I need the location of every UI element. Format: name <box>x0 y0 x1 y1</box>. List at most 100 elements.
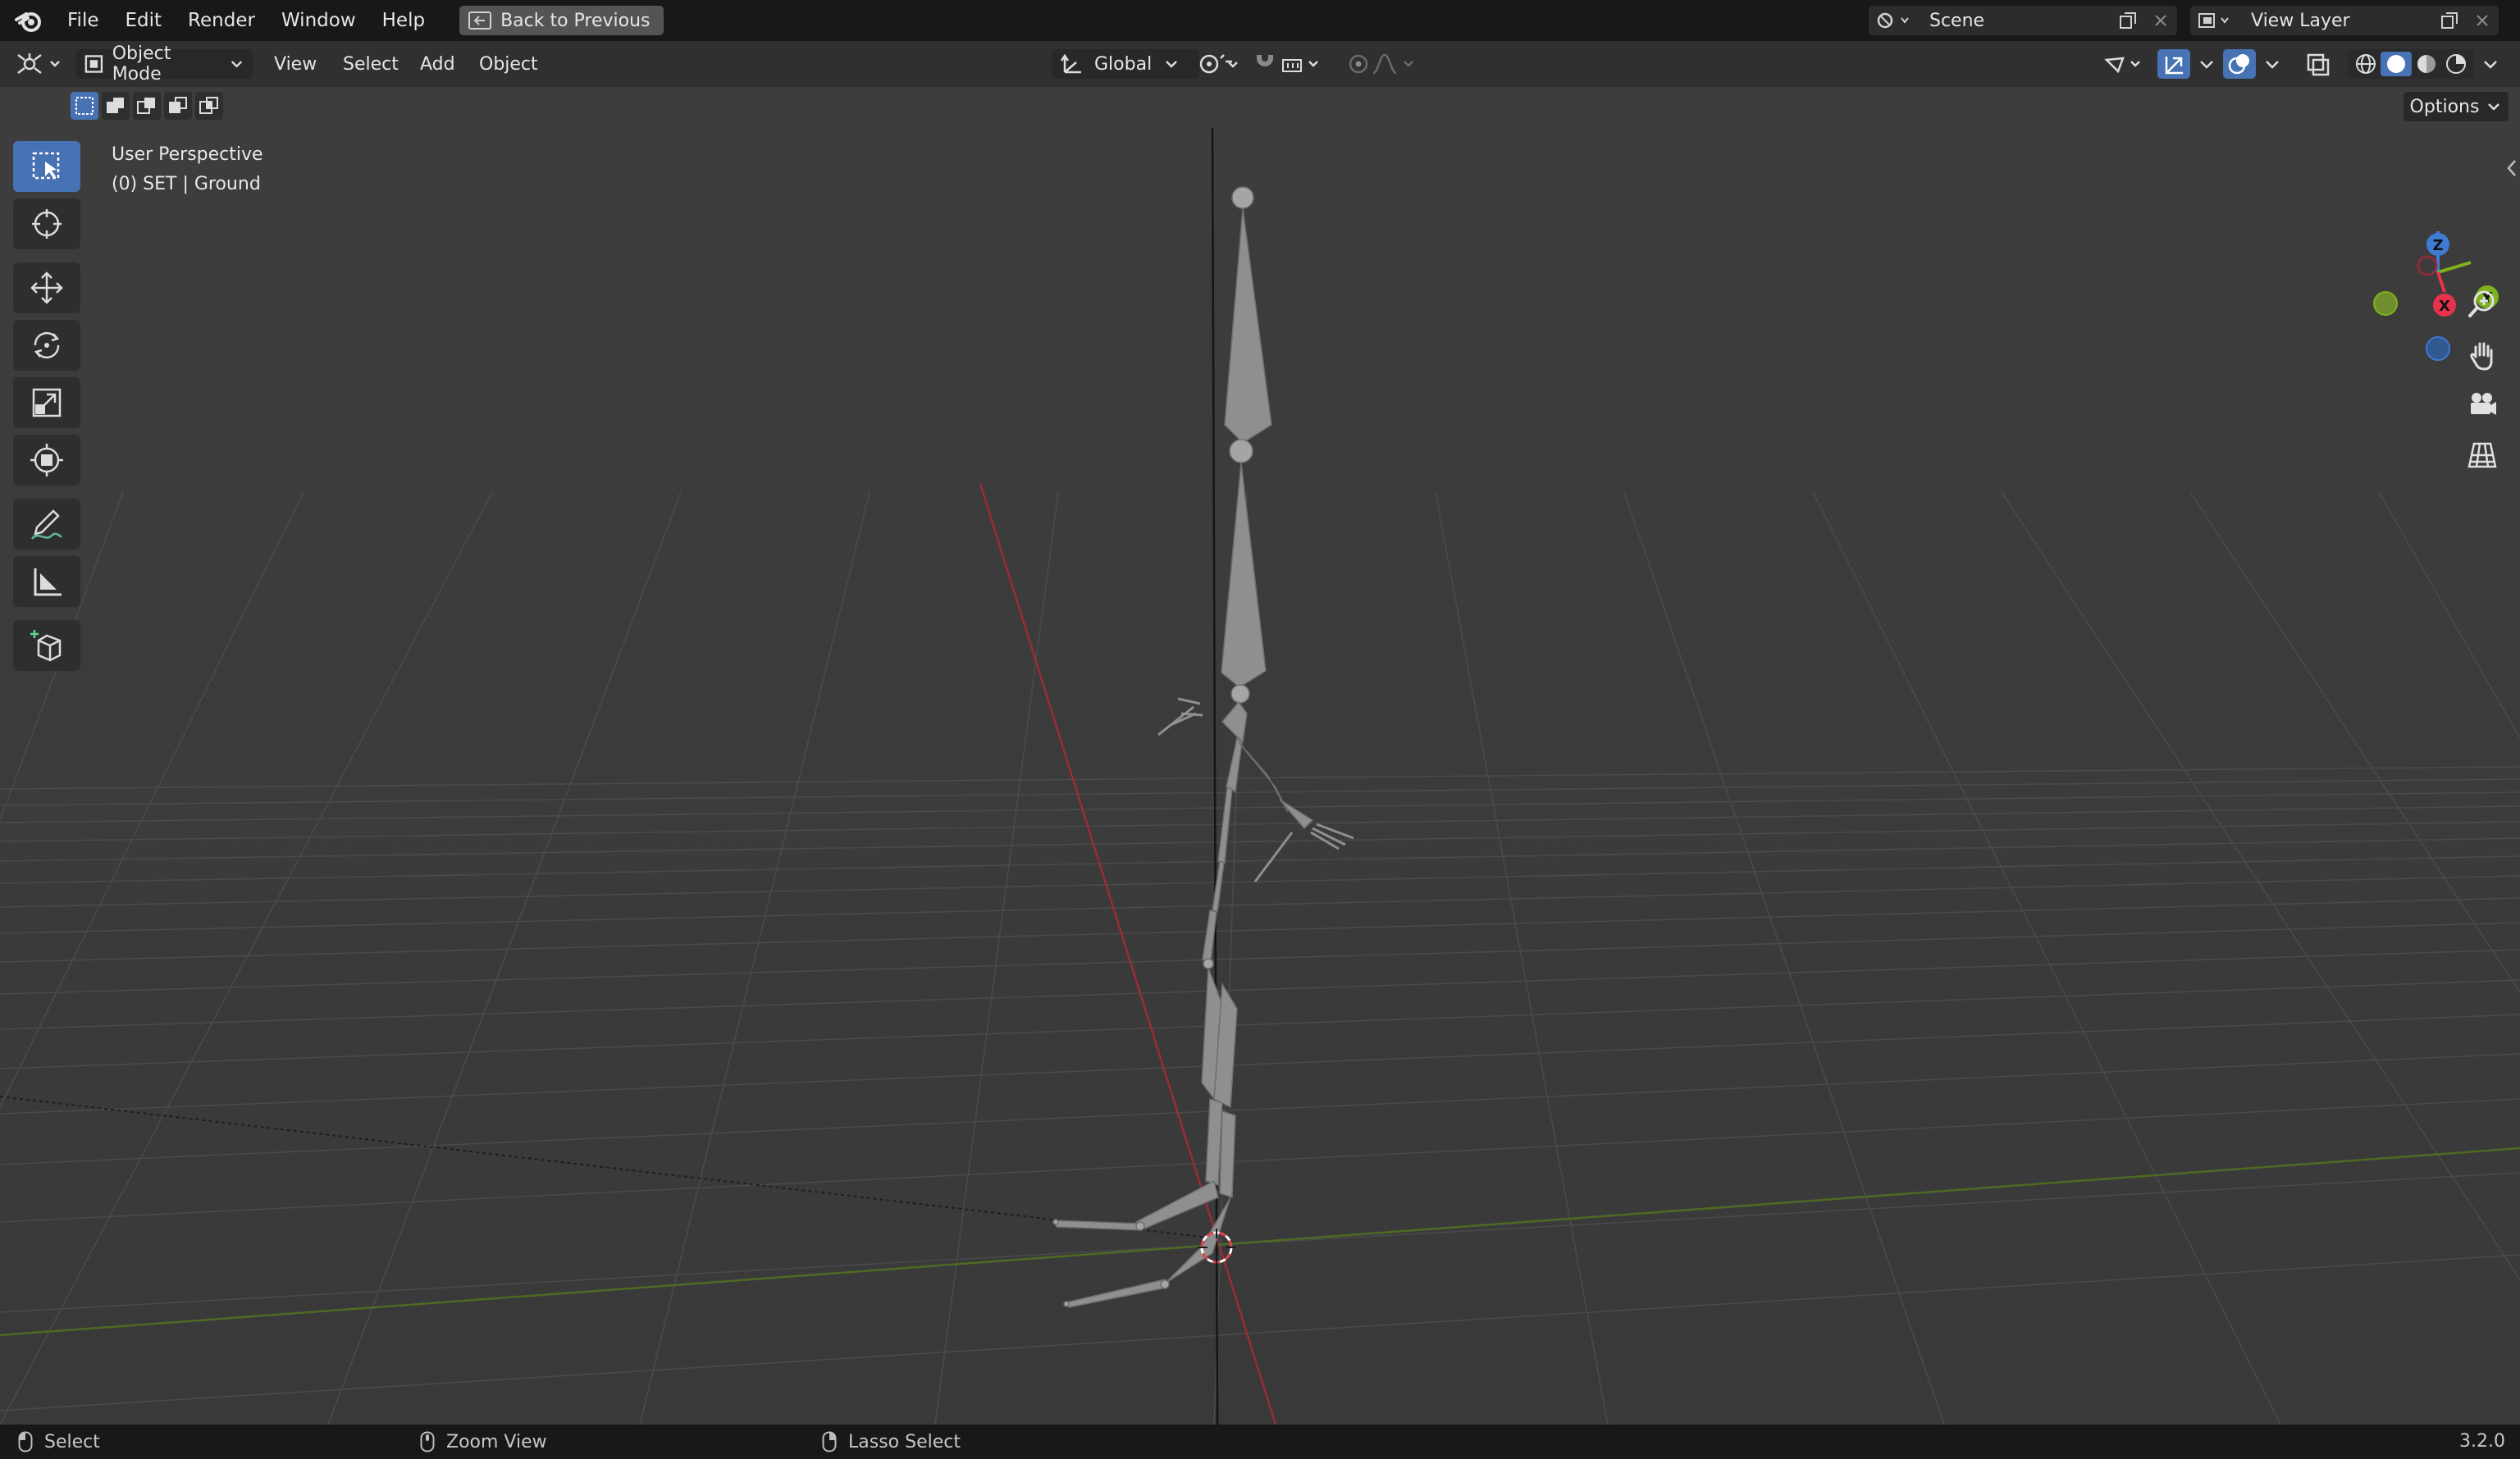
mouse-left-button-icon <box>18 1431 33 1452</box>
view-layer-browse-button[interactable] <box>2190 6 2239 35</box>
delete-scene-button[interactable] <box>2144 6 2177 35</box>
top-bar: File Edit Render Window Help Back to Pre… <box>0 0 2520 41</box>
editor-type-button[interactable] <box>15 49 66 79</box>
viewport-canvas <box>0 87 2520 1425</box>
screen-back-icon <box>468 11 492 30</box>
chevron-down-icon <box>2484 61 2497 69</box>
proportional-editing-icon <box>1349 53 1413 75</box>
status-middle-click: Zoom View <box>420 1431 547 1452</box>
close-icon <box>2477 15 2488 26</box>
menu-file[interactable]: File <box>54 10 112 31</box>
menu-help[interactable]: Help <box>369 10 438 31</box>
viewport-header: Object Mode View Select Add Object Globa… <box>0 41 2520 87</box>
blender-logo-icon[interactable] <box>15 7 43 34</box>
cursor-arrow-icon <box>2104 57 2140 74</box>
select-extend-button[interactable] <box>102 92 130 120</box>
xray-toggle[interactable] <box>2305 49 2331 79</box>
move-arrows-icon <box>30 271 63 304</box>
camera-icon <box>2471 393 2496 415</box>
xray-icon <box>2307 53 2330 76</box>
scene-browse-button[interactable] <box>1869 6 1918 35</box>
gizmo-options-dropdown[interactable] <box>2197 49 2216 79</box>
status-left-click-label: Select <box>44 1431 100 1452</box>
rotate-icon <box>34 331 60 359</box>
annotate-pencil-icon <box>31 509 62 540</box>
sidebar-toggle-chevron-icon[interactable] <box>2505 156 2518 180</box>
cursor-tool[interactable] <box>13 198 80 249</box>
mouse-middle-button-icon <box>420 1431 435 1452</box>
back-to-previous-button[interactable]: Back to Previous <box>459 6 664 35</box>
select-invert-button[interactable] <box>164 92 192 120</box>
menu-render[interactable]: Render <box>175 10 268 31</box>
material-shading-icon[interactable] <box>2412 52 2441 76</box>
transform-icon <box>30 444 63 476</box>
axis-x-label: X <box>2439 298 2450 315</box>
solid-shading-icon <box>2387 55 2405 73</box>
bone-joint <box>1229 439 1253 463</box>
chevron-down-icon <box>2200 61 2213 69</box>
zoom-view-button[interactable] <box>2458 280 2507 328</box>
transform-tool[interactable] <box>13 435 80 486</box>
select-subtract-icon <box>137 98 155 114</box>
mode-label: Object Mode <box>112 43 171 84</box>
3d-cursor-icon <box>32 209 62 239</box>
status-right-click: Lasso Select <box>822 1431 961 1452</box>
solid-shading-button[interactable] <box>2381 52 2412 76</box>
new-scene-button[interactable] <box>2111 6 2144 35</box>
scale-tool[interactable] <box>13 377 80 428</box>
mode-dropdown[interactable]: Object Mode <box>75 43 253 84</box>
snap-toggle[interactable] <box>1252 49 1334 79</box>
view-layer-icon <box>2198 13 2229 28</box>
version-label: 3.2.0 <box>2459 1431 2505 1452</box>
view-layer-name-field[interactable]: View Layer <box>2239 6 2433 35</box>
move-tool[interactable] <box>13 262 80 313</box>
menu-add[interactable]: Add <box>420 49 455 79</box>
selectability-visibility-dropdown[interactable] <box>2102 49 2151 79</box>
camera-view-button[interactable] <box>2458 381 2507 428</box>
overlay-options-dropdown[interactable] <box>2262 49 2282 79</box>
proportional-editing-toggle[interactable] <box>1345 49 1431 79</box>
toggle-projection-button[interactable] <box>2458 431 2507 479</box>
menu-object[interactable]: Object <box>479 49 538 79</box>
measure-tool[interactable] <box>13 556 80 607</box>
3d-viewport[interactable]: User Perspective (0) SET | Ground Z Y X <box>0 87 2520 1425</box>
scene-icon <box>1877 12 1909 29</box>
object-mode-icon <box>84 55 103 73</box>
axis-neg-z-icon <box>2426 336 2450 361</box>
status-bar: Select Zoom View Lasso Select 3.2.0 <box>0 1425 2520 1459</box>
show-gizmo-toggle[interactable] <box>2157 49 2190 79</box>
pivot-point-dropdown[interactable] <box>1196 49 1242 79</box>
select-new-button[interactable] <box>71 92 98 120</box>
select-box-tool[interactable] <box>13 141 80 192</box>
annotate-tool[interactable] <box>13 499 80 549</box>
back-to-previous-label: Back to Previous <box>500 10 651 31</box>
orientation-label: Global <box>1094 53 1153 75</box>
menu-window[interactable]: Window <box>268 10 369 31</box>
pan-view-button[interactable] <box>2458 331 2507 379</box>
select-intersect-button[interactable] <box>195 92 223 120</box>
status-right-click-label: Lasso Select <box>848 1431 961 1452</box>
magnifier-zoom-icon <box>2468 290 2495 317</box>
wireframe-shading-icon[interactable] <box>2351 52 2381 76</box>
rotate-tool[interactable] <box>13 320 80 371</box>
menu-view[interactable]: View <box>274 49 317 79</box>
add-cube-tool[interactable] <box>13 620 80 671</box>
scene-name-field[interactable]: Scene <box>1918 6 2111 35</box>
show-overlays-toggle[interactable] <box>2223 49 2256 79</box>
delete-view-layer-button[interactable] <box>2466 6 2499 35</box>
view-name-label: User Perspective <box>112 144 263 165</box>
status-middle-click-label: Zoom View <box>446 1431 547 1452</box>
ruler-measure-icon <box>34 568 62 596</box>
shading-options-dropdown[interactable] <box>2481 49 2500 79</box>
new-view-layer-button[interactable] <box>2433 6 2466 35</box>
transform-orientation-dropdown[interactable]: Global <box>1052 49 1199 79</box>
select-new-icon <box>75 97 94 115</box>
select-subtract-button[interactable] <box>133 92 161 120</box>
options-dropdown[interactable]: Options <box>2404 92 2509 121</box>
rendered-shading-icon[interactable] <box>2441 52 2471 76</box>
chevron-down-icon <box>2266 61 2279 69</box>
pivot-point-icon <box>1199 54 1238 74</box>
perspective-grid-icon <box>2468 442 2497 468</box>
menu-edit[interactable]: Edit <box>112 10 176 31</box>
menu-select[interactable]: Select <box>343 49 399 79</box>
